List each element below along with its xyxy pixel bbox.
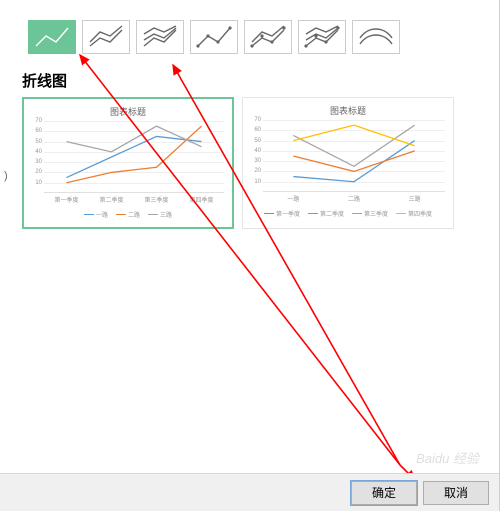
chart-type-line-basic[interactable] (28, 20, 76, 54)
chart-type-line-stacked[interactable] (82, 20, 130, 54)
preview-row: 图表标题 70605040302010 第一季度第二季度第三季度第四季度 一路二… (0, 97, 499, 229)
watermark: Baidu 经验 (416, 448, 479, 467)
legend: 一路二路三路 (32, 210, 224, 219)
chart-title: 图表标题 (32, 105, 224, 118)
chart-type-line-markers[interactable] (190, 20, 238, 54)
chart-title: 图表标题 (251, 104, 445, 117)
ok-button[interactable]: 确定 (351, 481, 417, 505)
chart-type-line-stacked-markers[interactable] (244, 20, 292, 54)
preview-2[interactable]: 图表标题 70605040302010 一路二路三路 第一季度第二季度第三季度第… (242, 97, 454, 229)
x-axis: 一路二路三路 (263, 194, 445, 203)
cancel-button[interactable]: 取消 (423, 481, 489, 505)
x-axis: 第一季度第二季度第三季度第四季度 (44, 195, 224, 204)
preview-1[interactable]: 图表标题 70605040302010 第一季度第二季度第三季度第四季度 一路二… (22, 97, 234, 229)
dialog-footer: 确定 取消 (0, 473, 499, 511)
chart-type-row (0, 0, 499, 62)
chart-type-line-3d[interactable] (352, 20, 400, 54)
section-title: 折线图 (0, 62, 499, 97)
chart-type-line-100stacked[interactable] (136, 20, 184, 54)
stray-paren: ) (4, 170, 8, 182)
chart-plot: 70605040302010 (263, 120, 445, 192)
chart-plot: 70605040302010 (44, 121, 224, 193)
chart-type-line-100stacked-markers[interactable] (298, 20, 346, 54)
legend: 第一季度第二季度第三季度第四季度 (251, 209, 445, 218)
